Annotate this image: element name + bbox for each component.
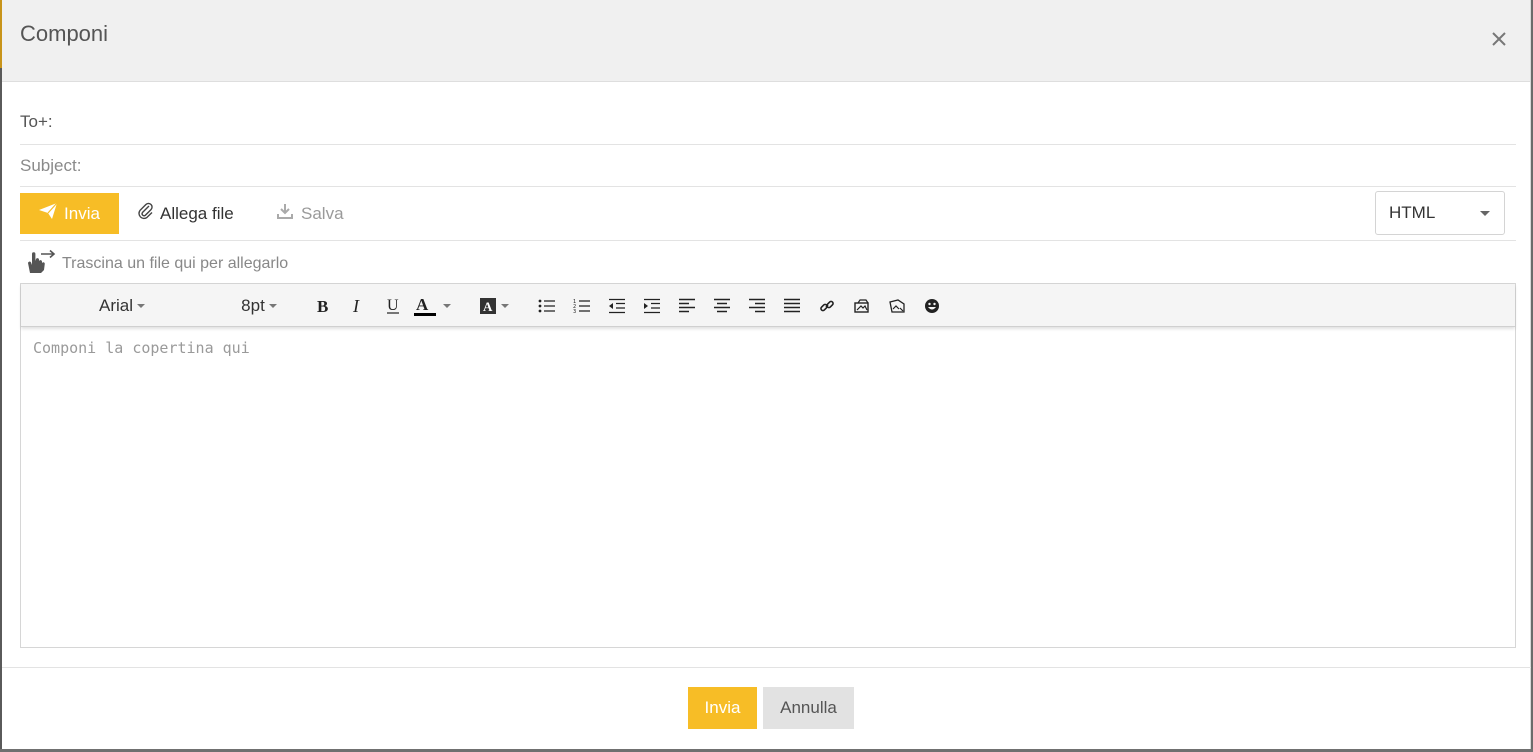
underline-icon[interactable]: U bbox=[381, 284, 405, 327]
svg-text:A: A bbox=[416, 295, 429, 314]
chevron-down-icon bbox=[443, 303, 451, 308]
subject-input[interactable] bbox=[87, 150, 1516, 181]
italic-icon[interactable]: I bbox=[346, 284, 370, 327]
dialog-title: Componi bbox=[20, 21, 109, 46]
to-row: To+: bbox=[20, 100, 1516, 145]
dialog-footer: Invia Annulla bbox=[2, 667, 1531, 749]
save-label: Salva bbox=[301, 203, 344, 223]
subject-row: Subject: bbox=[20, 145, 1516, 187]
font-size-dropdown[interactable]: 8pt bbox=[229, 284, 289, 327]
svg-text:U: U bbox=[387, 297, 399, 314]
close-icon[interactable] bbox=[1488, 28, 1510, 50]
drop-zone[interactable]: Trascina un file qui per allegarlo bbox=[24, 249, 289, 280]
dialog-header: Componi bbox=[2, 0, 1530, 82]
bold-icon[interactable]: B bbox=[311, 284, 335, 327]
unlink-image-icon[interactable] bbox=[885, 284, 909, 327]
editor-content-area[interactable]: Componi la copertina qui bbox=[21, 327, 1515, 648]
save-button[interactable]: Salva bbox=[277, 193, 344, 234]
image-icon[interactable] bbox=[850, 284, 874, 327]
indent-icon[interactable] bbox=[640, 284, 664, 327]
text-color-icon[interactable]: A bbox=[411, 284, 453, 327]
send-icon bbox=[39, 202, 58, 224]
attach-label: Allega file bbox=[160, 203, 234, 223]
rich-text-editor: Arial 8pt B I U A A 1 2 3 Componi la cop… bbox=[20, 283, 1516, 648]
font-size-value: 8pt bbox=[241, 295, 265, 315]
chevron-down-icon bbox=[1480, 211, 1490, 216]
format-select[interactable]: HTML bbox=[1375, 191, 1505, 235]
svg-text:3: 3 bbox=[573, 309, 576, 314]
subject-label: Subject: bbox=[20, 155, 82, 175]
numbered-list-icon[interactable]: 123 bbox=[570, 284, 594, 327]
to-input[interactable] bbox=[58, 107, 1516, 137]
svg-text:B: B bbox=[317, 298, 328, 314]
drag-hand-icon bbox=[24, 249, 56, 280]
font-family-value: Arial bbox=[98, 295, 133, 315]
format-selected-value: HTML bbox=[1389, 203, 1436, 222]
editor-toolbar: Arial 8pt B I U A A 1 2 3 bbox=[21, 284, 1515, 327]
cancel-button[interactable]: Annulla bbox=[763, 687, 854, 729]
download-icon bbox=[277, 203, 293, 224]
chevron-down-icon bbox=[268, 303, 277, 308]
align-left-icon[interactable] bbox=[675, 284, 699, 327]
action-bar: Invia Allega file Salva HTML bbox=[20, 187, 1516, 241]
outdent-icon[interactable] bbox=[605, 284, 629, 327]
align-center-icon[interactable] bbox=[710, 284, 734, 327]
emoji-icon[interactable] bbox=[920, 284, 944, 327]
font-family-dropdown[interactable]: Arial bbox=[87, 284, 157, 327]
chevron-down-icon bbox=[137, 303, 145, 308]
paperclip-icon bbox=[138, 202, 154, 225]
send-button-top[interactable]: Invia bbox=[20, 193, 119, 234]
svg-text:A: A bbox=[483, 299, 493, 314]
bullet-list-icon[interactable] bbox=[535, 284, 559, 327]
align-right-icon[interactable] bbox=[745, 284, 769, 327]
send-button[interactable]: Invia bbox=[688, 687, 757, 729]
to-label[interactable]: To+: bbox=[20, 112, 53, 132]
justify-icon[interactable] bbox=[780, 284, 804, 327]
drop-zone-text: Trascina un file qui per allegarlo bbox=[62, 255, 289, 272]
background-color-icon[interactable]: A bbox=[473, 284, 515, 327]
chevron-down-icon bbox=[501, 303, 509, 308]
editor-placeholder: Componi la copertina qui bbox=[33, 339, 250, 357]
send-label: Invia bbox=[64, 203, 100, 223]
attach-file-button[interactable]: Allega file bbox=[138, 193, 234, 234]
svg-text:I: I bbox=[352, 298, 360, 314]
link-icon[interactable] bbox=[815, 284, 839, 327]
compose-dialog: Componi To+: Subject: Invia Allega file bbox=[2, 0, 1531, 749]
